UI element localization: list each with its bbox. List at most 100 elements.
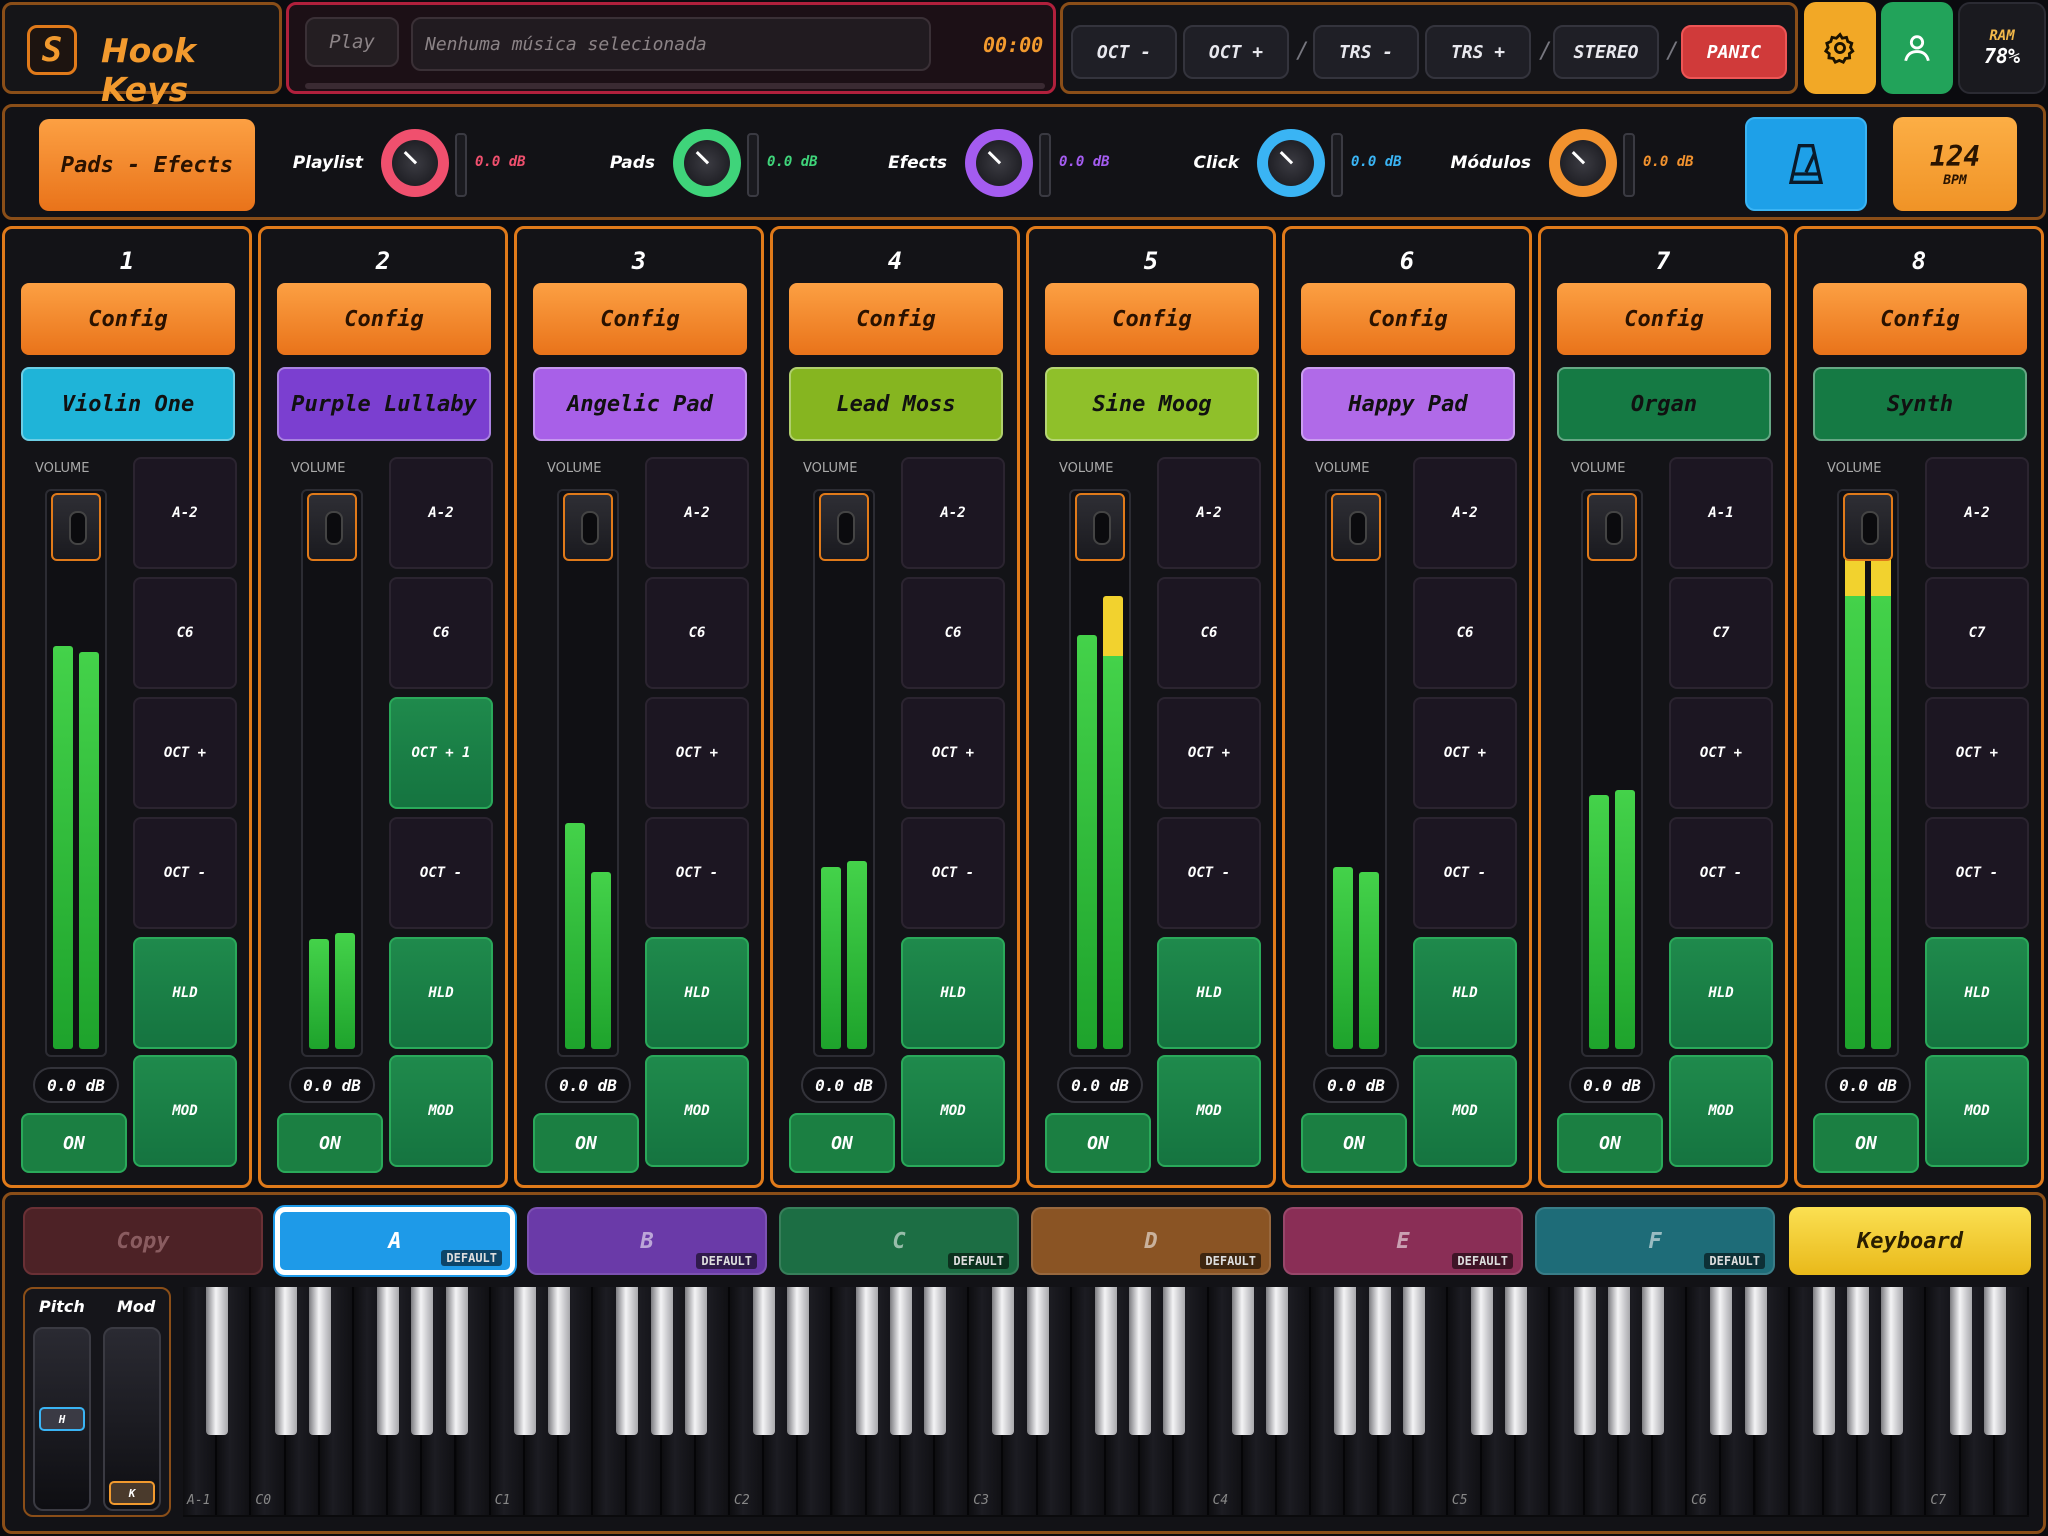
volume-fader[interactable] xyxy=(45,489,107,1057)
config-button[interactable]: Config xyxy=(1813,283,2027,355)
fader-cap[interactable] xyxy=(563,493,613,561)
black-key[interactable] xyxy=(1642,1287,1664,1435)
black-key[interactable] xyxy=(924,1287,947,1435)
black-key[interactable] xyxy=(1402,1287,1425,1435)
black-key[interactable] xyxy=(548,1287,570,1435)
config-button[interactable]: Config xyxy=(533,283,747,355)
oct-minus-button[interactable]: OCT - xyxy=(1413,817,1517,929)
play-button[interactable]: Play xyxy=(305,17,399,67)
high-note-button[interactable]: C6 xyxy=(133,577,237,689)
channel-on-button[interactable]: ON xyxy=(1557,1113,1663,1173)
hold-button[interactable]: HLD xyxy=(1157,937,1261,1049)
config-button[interactable]: Config xyxy=(1301,283,1515,355)
mod-button[interactable]: MOD xyxy=(1157,1055,1261,1167)
mod-button[interactable]: MOD xyxy=(645,1055,749,1167)
oct-minus-button[interactable]: OCT - xyxy=(1925,817,2029,929)
hold-button[interactable]: HLD xyxy=(1925,937,2029,1049)
black-key[interactable] xyxy=(1163,1287,1186,1435)
fader-cap[interactable] xyxy=(1843,493,1893,561)
black-key[interactable] xyxy=(1607,1287,1630,1435)
global-oct-plus-button[interactable]: OCT + xyxy=(1183,25,1289,79)
black-key[interactable] xyxy=(787,1287,810,1435)
black-key[interactable] xyxy=(1881,1287,1904,1435)
instrument-button[interactable]: Purple Lullaby xyxy=(277,367,491,441)
low-note-button[interactable]: A-2 xyxy=(1413,457,1517,569)
piano-keyboard[interactable]: A-1 C0 C1 C2 C3 C4 C5 C6 C7 xyxy=(183,1287,2029,1517)
mod-wheel[interactable]: K xyxy=(103,1327,161,1511)
black-key[interactable] xyxy=(889,1287,912,1435)
fader-cap[interactable] xyxy=(1587,493,1637,561)
channel-on-button[interactable]: ON xyxy=(1813,1113,1919,1173)
user-button[interactable] xyxy=(1881,2,1953,94)
black-key[interactable] xyxy=(1983,1287,2006,1435)
fader-cap[interactable] xyxy=(307,493,357,561)
oct-minus-button[interactable]: OCT - xyxy=(1157,817,1261,929)
bpm-display[interactable]: 124 BPM xyxy=(1893,117,2017,211)
channel-on-button[interactable]: ON xyxy=(21,1113,127,1173)
black-key[interactable] xyxy=(1334,1287,1357,1435)
config-button[interactable]: Config xyxy=(277,283,491,355)
config-button[interactable]: Config xyxy=(1557,283,1771,355)
instrument-button[interactable]: Lead Moss xyxy=(789,367,1003,441)
instrument-button[interactable]: Sine Moog xyxy=(1045,367,1259,441)
oct-minus-button[interactable]: OCT - xyxy=(133,817,237,929)
black-key[interactable] xyxy=(411,1287,434,1435)
volume-fader[interactable] xyxy=(301,489,363,1057)
black-key[interactable] xyxy=(1573,1287,1596,1435)
stereo-button[interactable]: STEREO xyxy=(1553,25,1659,79)
fader-cap[interactable] xyxy=(51,493,101,561)
playback-progress-bar[interactable] xyxy=(305,83,1045,89)
mod-wheel-handle[interactable]: K xyxy=(109,1481,155,1505)
instrument-button[interactable]: Organ xyxy=(1557,367,1771,441)
channel-on-button[interactable]: ON xyxy=(789,1113,895,1173)
config-button[interactable]: Config xyxy=(21,283,235,355)
bus-knob-4[interactable] xyxy=(1549,129,1617,197)
volume-fader[interactable] xyxy=(1581,489,1643,1057)
mod-button[interactable]: MOD xyxy=(1925,1055,2029,1167)
instrument-button[interactable]: Happy Pad xyxy=(1301,367,1515,441)
fader-cap[interactable] xyxy=(1331,493,1381,561)
low-note-button[interactable]: A-1 xyxy=(1669,457,1773,569)
instrument-button[interactable]: Synth xyxy=(1813,367,2027,441)
channel-on-button[interactable]: ON xyxy=(1301,1113,1407,1173)
instrument-button[interactable]: Violin One xyxy=(21,367,235,441)
pitch-wheel[interactable]: H xyxy=(33,1327,91,1511)
preset-c-button[interactable]: C DEFAULT xyxy=(779,1207,1019,1275)
black-key[interactable] xyxy=(855,1287,878,1435)
hold-button[interactable]: HLD xyxy=(901,937,1005,1049)
high-note-button[interactable]: C6 xyxy=(901,577,1005,689)
black-key[interactable] xyxy=(1231,1287,1254,1435)
oct-plus-button[interactable]: OCT + xyxy=(1669,697,1773,809)
black-key[interactable] xyxy=(992,1287,1015,1435)
oct-plus-button[interactable]: OCT + xyxy=(1157,697,1261,809)
copy-button[interactable]: Copy xyxy=(23,1207,263,1275)
config-button[interactable]: Config xyxy=(789,283,1003,355)
settings-button[interactable] xyxy=(1804,2,1876,94)
mod-button[interactable]: MOD xyxy=(1413,1055,1517,1167)
high-note-button[interactable]: C6 xyxy=(1413,577,1517,689)
black-key[interactable] xyxy=(1129,1287,1152,1435)
low-note-button[interactable]: A-2 xyxy=(901,457,1005,569)
black-key[interactable] xyxy=(308,1287,331,1435)
low-note-button[interactable]: A-2 xyxy=(1157,457,1261,569)
high-note-button[interactable]: C6 xyxy=(1157,577,1261,689)
black-key[interactable] xyxy=(1265,1287,1288,1435)
preset-b-button[interactable]: B DEFAULT xyxy=(527,1207,767,1275)
hold-button[interactable]: HLD xyxy=(1413,937,1517,1049)
oct-minus-button[interactable]: OCT - xyxy=(389,817,493,929)
black-key[interactable] xyxy=(445,1287,468,1435)
hold-button[interactable]: HLD xyxy=(645,937,749,1049)
mod-button[interactable]: MOD xyxy=(133,1055,237,1167)
volume-fader[interactable] xyxy=(1069,489,1131,1057)
trs-minus-button[interactable]: TRS - xyxy=(1313,25,1419,79)
black-key[interactable] xyxy=(513,1287,536,1435)
preset-e-button[interactable]: E DEFAULT xyxy=(1283,1207,1523,1275)
black-key[interactable] xyxy=(1949,1287,1972,1435)
low-note-button[interactable]: A-2 xyxy=(133,457,237,569)
keyboard-button[interactable]: Keyboard xyxy=(1789,1207,2031,1275)
channel-on-button[interactable]: ON xyxy=(533,1113,639,1173)
oct-minus-button[interactable]: OCT - xyxy=(1669,817,1773,929)
oct-plus-button[interactable]: OCT + xyxy=(133,697,237,809)
global-oct-minus-button[interactable]: OCT - xyxy=(1071,25,1177,79)
high-note-button[interactable]: C7 xyxy=(1669,577,1773,689)
